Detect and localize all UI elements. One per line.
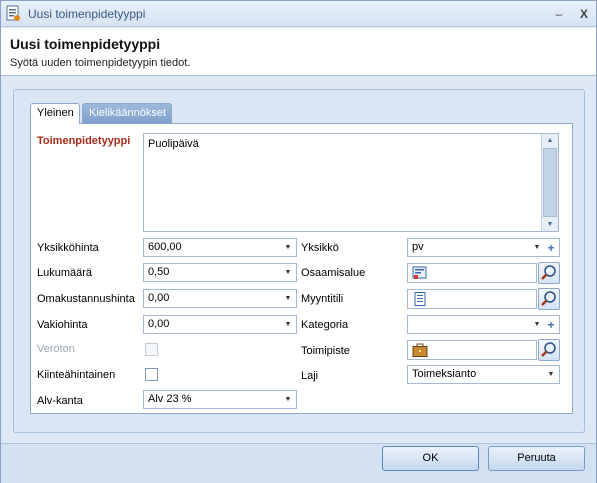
lukumaara-label: Lukumäärä: [37, 267, 93, 279]
veroton-label: Veroton: [37, 343, 75, 355]
dialog-window: Uusi toimenpidetyyppi – X Uusi toimenpid…: [0, 0, 597, 483]
osaamisalue-field[interactable]: [407, 263, 537, 283]
laji-value: Toimeksianto: [412, 368, 477, 380]
alv-kanta-label: Alv-kanta: [37, 395, 83, 407]
vakiohinta-value: 0,00: [148, 318, 170, 330]
myyntitili-search-button[interactable]: [538, 288, 560, 310]
app-icon: [6, 5, 20, 21]
yksikko-select[interactable]: pv ▼ +: [407, 238, 560, 257]
magnifier-icon: [541, 291, 556, 306]
laji-select[interactable]: Toimeksianto ▼: [407, 365, 560, 384]
kiinteahintainen-label: Kiinteähintainen: [37, 369, 116, 381]
alv-kanta-select[interactable]: Alv 23 % ▼: [143, 390, 297, 409]
toimenpidetyyppi-value: Puolipäivä: [148, 138, 199, 150]
ok-button[interactable]: OK: [382, 446, 479, 471]
minimize-button[interactable]: –: [551, 6, 567, 22]
myyntitili-field[interactable]: [407, 289, 537, 309]
chevron-down-icon[interactable]: ▼: [283, 394, 293, 406]
yksikko-label: Yksikkö: [301, 242, 339, 254]
tab-kielikaannokset[interactable]: Kielikäännökset: [82, 103, 172, 123]
magnifier-icon: [541, 265, 556, 280]
chevron-down-icon[interactable]: ▼: [532, 242, 542, 254]
dialog-header: Uusi toimenpidetyyppi Syötä uuden toimen…: [1, 28, 596, 76]
toimipiste-label: Toimipiste: [301, 345, 350, 357]
magnifier-icon: [541, 342, 556, 357]
omakustannushinta-field[interactable]: 0,00 ▼: [143, 289, 297, 308]
lukumaara-field[interactable]: 0,50 ▼: [143, 263, 297, 282]
toimipiste-field[interactable]: [407, 340, 537, 360]
chevron-down-icon[interactable]: ▼: [283, 267, 293, 279]
close-button[interactable]: X: [576, 6, 592, 22]
chevron-down-icon[interactable]: ▼: [532, 319, 542, 331]
toimipiste-search-button[interactable]: [538, 339, 560, 361]
header-subtitle: Syötä uuden toimenpidetyypin tiedot.: [10, 57, 191, 69]
textarea-scrollbar[interactable]: ▲ ▼: [541, 134, 558, 231]
briefcase-icon: [412, 343, 428, 357]
kiinteahintainen-checkbox[interactable]: [145, 368, 158, 381]
osaamisalue-search-button[interactable]: [538, 262, 560, 284]
chevron-down-icon[interactable]: ▼: [283, 293, 293, 305]
vakiohinta-label: Vakiohinta: [37, 319, 88, 331]
omakustannushinta-label: Omakustannushinta: [37, 293, 135, 305]
yksikkohinta-value: 600,00: [148, 241, 182, 253]
document-icon: [414, 292, 426, 306]
alv-kanta-value: Alv 23 %: [148, 393, 192, 405]
form-icon: [412, 266, 427, 279]
scroll-up-icon[interactable]: ▲: [542, 135, 558, 147]
toimenpidetyyppi-textarea[interactable]: Puolipäivä ▲ ▼: [143, 133, 559, 232]
myyntitili-label: Myyntitili: [301, 293, 344, 305]
veroton-checkbox: [145, 343, 158, 356]
tab-yleinen[interactable]: Yleinen: [30, 103, 80, 124]
header-title: Uusi toimenpidetyyppi: [10, 36, 161, 52]
chevron-down-icon[interactable]: ▼: [283, 319, 293, 331]
yksikko-value: pv: [412, 241, 424, 253]
lukumaara-value: 0,50: [148, 266, 170, 278]
kategoria-select[interactable]: ▼ +: [407, 315, 560, 334]
add-icon[interactable]: +: [546, 241, 556, 255]
osaamisalue-label: Osaamisalue: [301, 267, 366, 279]
yksikkohinta-field[interactable]: 600,00 ▼: [143, 238, 297, 257]
vakiohinta-field[interactable]: 0,00 ▼: [143, 315, 297, 334]
chevron-down-icon[interactable]: ▼: [546, 369, 556, 381]
laji-label: Laji: [301, 370, 319, 382]
scroll-down-icon[interactable]: ▼: [542, 219, 558, 231]
cancel-button[interactable]: Peruuta: [488, 446, 585, 471]
title-bar: Uusi toimenpidetyyppi – X: [1, 1, 596, 27]
toimenpidetyyppi-label: Toimenpidetyyppi: [37, 135, 131, 147]
add-icon[interactable]: +: [546, 318, 556, 332]
window-title: Uusi toimenpidetyyppi: [28, 7, 146, 21]
kategoria-label: Kategoria: [301, 319, 349, 331]
chevron-down-icon[interactable]: ▼: [283, 242, 293, 254]
yksikkohinta-label: Yksikköhinta: [37, 242, 99, 254]
scroll-thumb[interactable]: [543, 148, 557, 217]
omakustannushinta-value: 0,00: [148, 292, 170, 304]
